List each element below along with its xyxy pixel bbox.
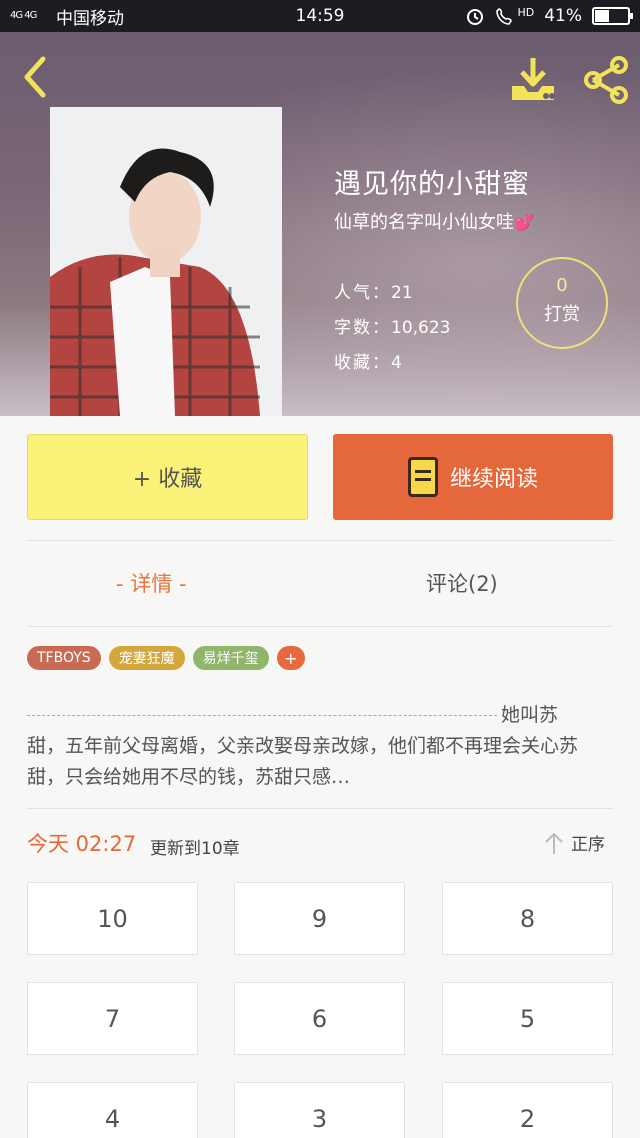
- add-tag-button[interactable]: +: [276, 646, 305, 670]
- chapter-button[interactable]: 3: [234, 1082, 405, 1138]
- heart-icon: 💕: [514, 213, 534, 232]
- synopsis-rest: 甜，五年前父母离婚，父亲改娶母亲改嫁，他们都不再理会关心苏甜，只会给她用不尽的钱…: [27, 735, 579, 788]
- favorites-stat: 收藏：4: [334, 348, 402, 373]
- tip-button[interactable]: 0 打赏: [516, 257, 608, 349]
- chapter-button[interactable]: 10: [27, 882, 198, 955]
- divider: [27, 808, 613, 809]
- chapter-button[interactable]: 9: [234, 882, 405, 955]
- battery-fill: [595, 10, 609, 22]
- tab-comments[interactable]: 评论(2): [426, 568, 498, 598]
- tag-yi-yangqianxi[interactable]: 易烊千玺: [192, 646, 269, 670]
- clock: 14:59: [295, 6, 345, 26]
- share-button[interactable]: [578, 52, 634, 108]
- back-button[interactable]: [12, 52, 56, 102]
- book-icon: [407, 457, 438, 497]
- chapter-button[interactable]: 4: [27, 1082, 198, 1138]
- author-name: 仙草的名字叫小仙女哇: [334, 212, 514, 233]
- favorite-label: + 收藏: [132, 467, 203, 492]
- popularity-label: 人气：: [334, 283, 391, 303]
- sort-order-button[interactable]: 正序: [543, 830, 605, 855]
- popularity-value: 21: [391, 283, 413, 303]
- divider: [27, 626, 613, 627]
- favorites-value: 4: [391, 353, 402, 373]
- cover-image: [50, 107, 282, 416]
- divider: [27, 540, 613, 541]
- popularity-stat: 人气：21: [334, 278, 413, 303]
- chapter-button[interactable]: 8: [442, 882, 613, 955]
- book-author[interactable]: 仙草的名字叫小仙女哇💕: [334, 208, 534, 234]
- chapter-button[interactable]: 7: [27, 982, 198, 1055]
- chapter-button[interactable]: 6: [234, 982, 405, 1055]
- share-icon: [584, 56, 628, 104]
- back-icon: [24, 56, 46, 98]
- book-synopsis[interactable]: 她叫苏 甜，五年前父母离婚，父亲改娶母亲改嫁，他们都不再理会关心苏甜，只会给她用…: [27, 700, 613, 796]
- tip-label: 打赏: [544, 304, 580, 325]
- dashed-separator: [27, 715, 497, 716]
- download-icon: [512, 58, 555, 100]
- book-title: 遇见你的小甜蜜: [334, 169, 530, 200]
- tab-details[interactable]: - 详情 -: [116, 568, 187, 598]
- update-time: 今天 02:27: [27, 832, 137, 856]
- book-header: 遇见你的小甜蜜 仙草的名字叫小仙女哇💕 人气：21 字数：10,623 收藏：4…: [0, 32, 640, 416]
- words-label: 字数：: [334, 318, 391, 338]
- tag-pampering-husband[interactable]: 宠妻狂魔: [108, 646, 185, 670]
- chapter-button[interactable]: 2: [442, 1082, 613, 1138]
- update-status: 更新到10章: [150, 839, 240, 859]
- add-to-favorites-button[interactable]: + 收藏: [27, 434, 308, 520]
- status-bar: 4G 4G 中国移动 14:59 HD 41%: [0, 0, 640, 32]
- word-count-stat: 字数：10,623: [334, 313, 450, 338]
- tag-tfboys[interactable]: TFBOYS: [27, 646, 101, 670]
- favorites-label: 收藏：: [334, 353, 391, 373]
- sort-up-icon: [545, 832, 563, 854]
- chapter-button[interactable]: 5: [442, 982, 613, 1055]
- tip-count: 0: [556, 275, 568, 296]
- synopsis-line-1: 她叫苏: [501, 704, 559, 726]
- tag-list: TFBOYS 宠妻狂魔 易烊千玺 +: [27, 646, 305, 670]
- book-cover[interactable]: [50, 107, 282, 416]
- battery-icon: [592, 7, 633, 25]
- continue-reading-button[interactable]: 继续阅读: [333, 434, 613, 520]
- sort-order-label: 正序: [571, 835, 605, 855]
- words-value: 10,623: [391, 318, 451, 338]
- download-button[interactable]: [505, 52, 561, 108]
- continue-reading-label: 继续阅读: [449, 467, 538, 492]
